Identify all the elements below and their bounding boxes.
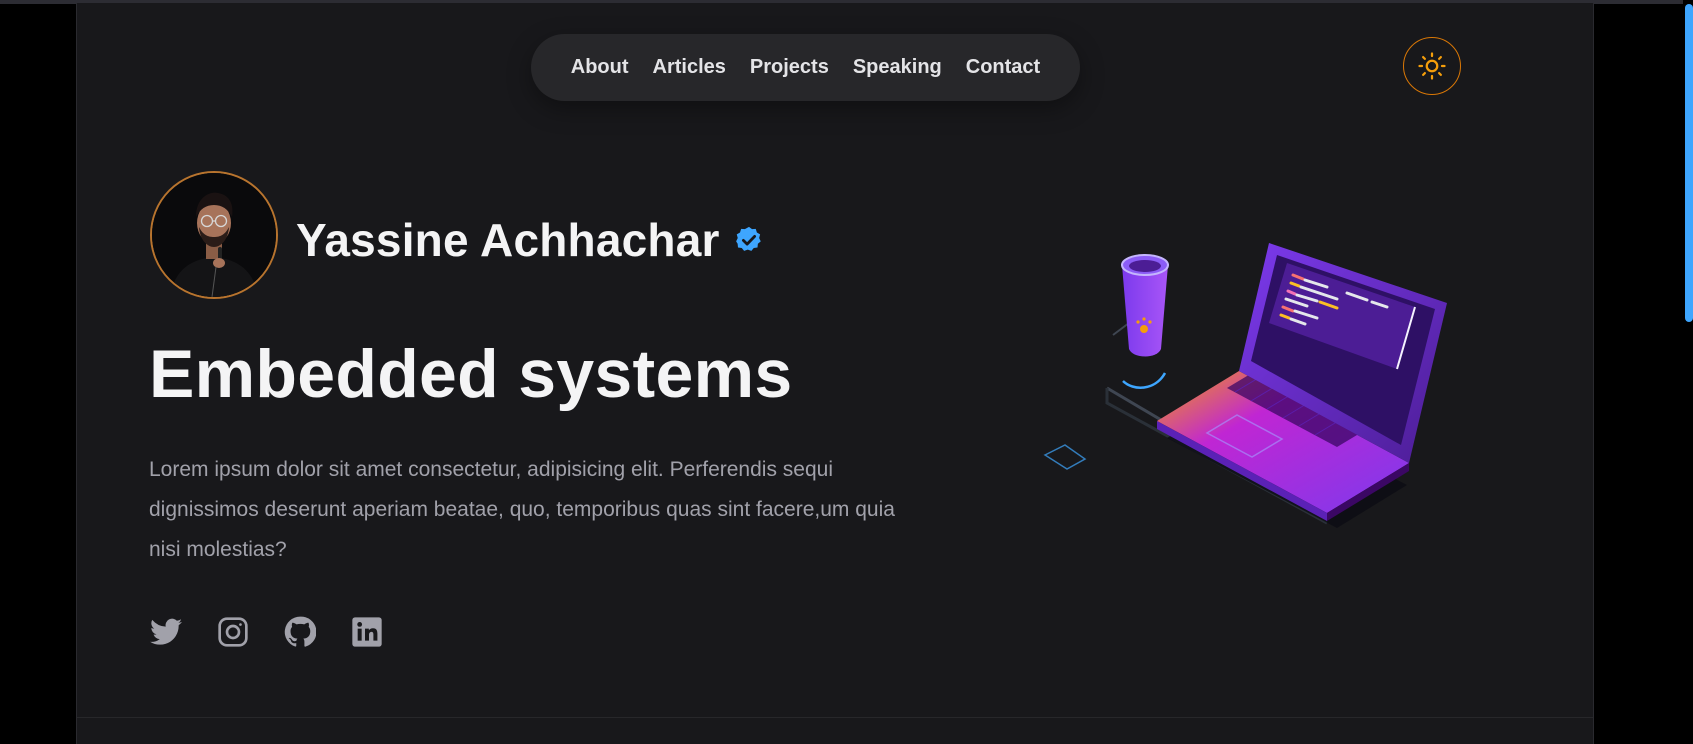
verified-badge-icon bbox=[734, 225, 764, 255]
instagram-icon bbox=[217, 616, 248, 647]
nav-item-articles[interactable]: Articles bbox=[641, 56, 738, 79]
social-links bbox=[149, 615, 383, 648]
main-nav: About Articles Projects Speaking Contact bbox=[531, 34, 1080, 101]
theme-toggle-button[interactable] bbox=[1403, 37, 1461, 95]
linkedin-link[interactable] bbox=[350, 615, 383, 648]
page-container: About Articles Projects Speaking Contact bbox=[76, 3, 1594, 744]
avatar-portrait-image bbox=[152, 173, 276, 297]
instagram-link[interactable] bbox=[216, 615, 249, 648]
nav-item-contact[interactable]: Contact bbox=[954, 56, 1052, 79]
linkedin-icon bbox=[351, 616, 382, 647]
avatar bbox=[150, 171, 278, 299]
nav-item-speaking[interactable]: Speaking bbox=[841, 56, 954, 79]
scrollbar[interactable] bbox=[1683, 0, 1693, 744]
sun-icon bbox=[1418, 52, 1446, 80]
profile-name: Yassine Achhachar bbox=[296, 214, 720, 266]
nav-item-projects[interactable]: Projects bbox=[738, 56, 841, 79]
nav-item-about[interactable]: About bbox=[559, 56, 641, 79]
hero-description: Lorem ipsum dolor sit amet consectetur, … bbox=[149, 458, 895, 561]
laptop-coffee-illustration bbox=[1043, 243, 1447, 528]
hero-headline: Embedded systems bbox=[149, 336, 793, 412]
name-row: Yassine Achhachar bbox=[296, 210, 764, 270]
github-link[interactable] bbox=[283, 615, 316, 648]
twitter-icon bbox=[149, 618, 182, 645]
scrollbar-thumb[interactable] bbox=[1685, 4, 1693, 322]
section-divider bbox=[77, 717, 1593, 718]
twitter-link[interactable] bbox=[149, 615, 182, 648]
github-icon bbox=[284, 616, 316, 647]
